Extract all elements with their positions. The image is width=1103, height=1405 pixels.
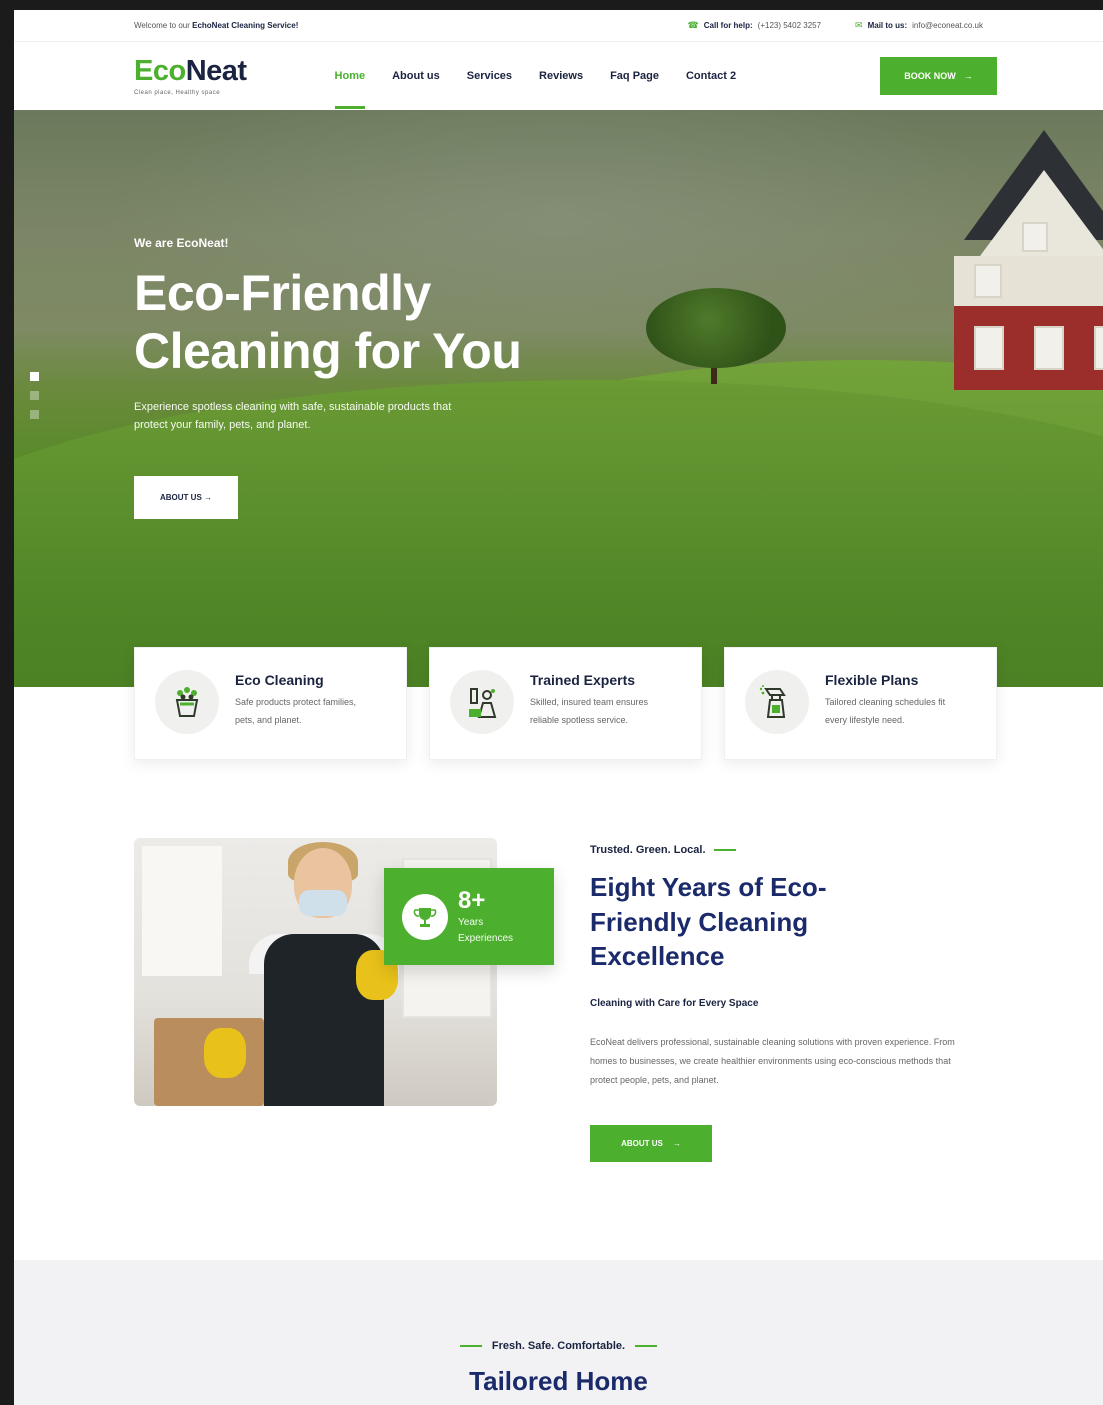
nav-home[interactable]: Home (334, 70, 365, 109)
feature-title: Eco Cleaning (235, 672, 324, 688)
welcome-text: Welcome to our EchoNeat Cleaning Service… (134, 21, 298, 30)
phone-icon: ☎ (687, 20, 699, 30)
mail-info[interactable]: ✉ Mail to us: info@econeat.co.uk (855, 20, 983, 31)
logo[interactable]: EcoNeat Clean place, Healthy space (134, 54, 247, 96)
experience-label-1: Years (458, 916, 484, 928)
experience-badge: 8+ Years Experiences (384, 868, 554, 965)
slider-dots (30, 372, 39, 419)
about-us-button[interactable]: ABOUT US → (590, 1125, 712, 1163)
experience-label-2: Experiences (458, 932, 514, 944)
feature-title: Trained Experts (530, 672, 636, 688)
slider-dot-1[interactable] (30, 372, 39, 381)
arrow-right-icon: → (672, 1139, 681, 1149)
house-image (934, 130, 1103, 400)
services-section: Fresh. Safe. Comfortable. Tailored Home (14, 1260, 1103, 1405)
feature-card-trained-experts[interactable]: Trained Experts Skilled, insured team en… (429, 647, 702, 760)
about-description: EcoNeat delivers professional, sustainab… (590, 1036, 955, 1085)
call-label: Call for help: (703, 21, 753, 30)
welcome-prefix: Welcome to our (134, 21, 193, 30)
hero-content: We are EcoNeat! Eco-Friendly Cleaning fo… (134, 236, 522, 520)
eyebrow-divider-right (635, 1345, 658, 1347)
services-title: Tailored Home (469, 1366, 648, 1396)
eyebrow-divider-left (459, 1345, 482, 1347)
hero-title-line-2: Cleaning for You (134, 323, 522, 379)
services-eyebrow: Fresh. Safe. Comfortable. (14, 1340, 1103, 1352)
feature-title: Flexible Plans (825, 672, 919, 688)
feature-desc: Skilled, insured team ensures reliable s… (530, 697, 649, 725)
top-bar: Welcome to our EchoNeat Cleaning Service… (14, 10, 1103, 42)
hero-subtitle: Experience spotless cleaning with safe, … (134, 401, 452, 432)
mail-icon: ✉ (855, 20, 863, 30)
logo-eco: Eco (134, 54, 186, 87)
hero-title-line-1: Eco-Friendly (134, 265, 431, 321)
mail-value[interactable]: info@econeat.co.uk (912, 21, 983, 30)
about-section: 8+ Years Experiences Trusted. Green. Loc… (134, 838, 994, 1218)
nav-services[interactable]: Services (467, 70, 512, 82)
about-eyebrow: Trusted. Green. Local. (590, 844, 970, 856)
eyebrow-divider (713, 849, 736, 851)
cleaner-tools-icon (450, 670, 514, 734)
feature-desc: Tailored cleaning schedules fit every li… (825, 697, 946, 725)
about-subtitle: Cleaning with Care for Every Space (590, 997, 759, 1009)
hero-about-button[interactable]: ABOUT US → (134, 476, 238, 520)
arrow-right-icon: → (963, 71, 973, 81)
main-header: EcoNeat Clean place, Healthy space Home … (14, 42, 1103, 110)
feature-desc: Safe products protect families, pets, an… (235, 697, 357, 725)
welcome-brand: EchoNeat Cleaning Service! (192, 21, 299, 30)
logo-tagline: Clean place, Healthy space (134, 89, 221, 96)
plant-bucket-icon (155, 670, 219, 734)
nav-reviews[interactable]: Reviews (539, 70, 583, 82)
trophy-icon (402, 893, 448, 940)
hero-title: Eco-Friendly Cleaning for You (134, 264, 522, 380)
nav-about[interactable]: About us (392, 70, 440, 82)
services-eyebrow-text: Fresh. Safe. Comfortable. (491, 1340, 626, 1352)
experience-number: 8+ (458, 886, 486, 914)
about-eyebrow-text: Trusted. Green. Local. (590, 844, 706, 856)
spray-bottle-icon (745, 670, 809, 734)
book-now-label: BOOK NOW (904, 71, 956, 81)
call-value[interactable]: (+123) 5402 3257 (758, 21, 821, 30)
about-title: Eight Years of Eco-Friendly Cleaning Exc… (590, 872, 827, 972)
about-us-label: ABOUT US (621, 1139, 663, 1149)
nav-contact[interactable]: Contact 2 (686, 70, 736, 82)
tree-icon (646, 288, 786, 368)
hero-banner: We are EcoNeat! Eco-Friendly Cleaning fo… (14, 110, 1103, 687)
feature-card-flexible-plans[interactable]: Flexible Plans Tailored cleaning schedul… (724, 647, 997, 760)
page: Welcome to our EchoNeat Cleaning Service… (14, 10, 1103, 1405)
logo-neat: Neat (185, 54, 247, 87)
mail-label: Mail to us: (867, 21, 908, 30)
call-info[interactable]: ☎ Call for help: (+123) 5402 3257 (688, 20, 822, 31)
slider-dot-3[interactable] (30, 410, 39, 419)
hero-eyebrow: We are EcoNeat! (134, 236, 229, 250)
nav-faq[interactable]: Faq Page (610, 70, 659, 82)
about-text: Trusted. Green. Local. Eight Years of Ec… (590, 844, 970, 1163)
feature-cards: Eco Cleaning Safe products protect famil… (134, 647, 997, 760)
main-nav: Home About us Services Reviews Faq Page … (334, 70, 736, 109)
feature-card-eco-cleaning[interactable]: Eco Cleaning Safe products protect famil… (134, 647, 407, 760)
slider-dot-2[interactable] (30, 391, 39, 400)
book-now-button[interactable]: BOOK NOW → (880, 57, 997, 95)
